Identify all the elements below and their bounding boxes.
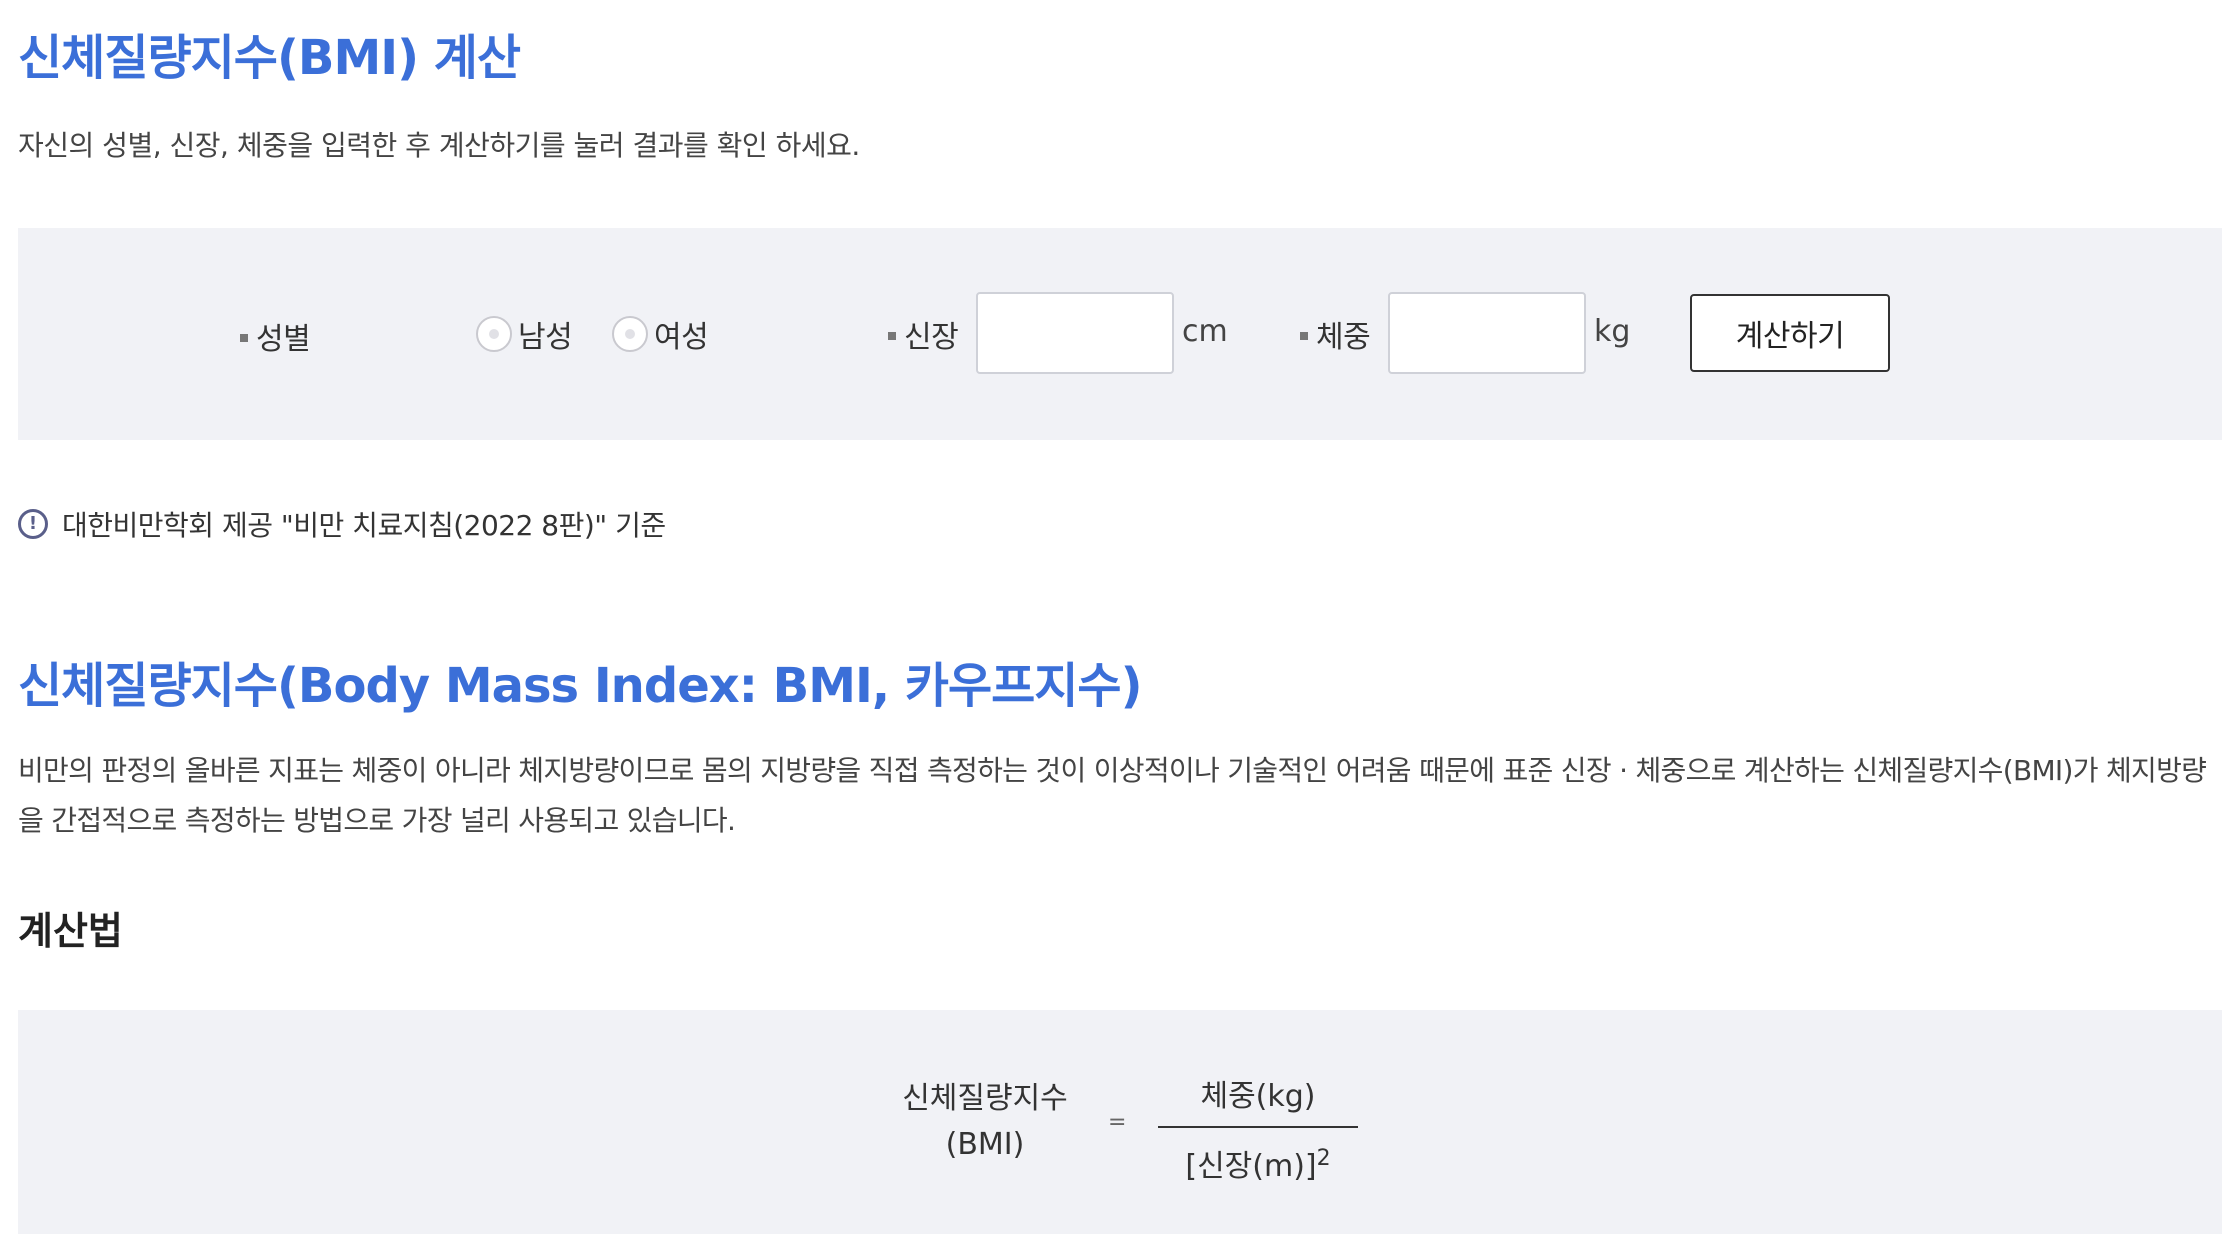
gender-option-female[interactable]: 여성 bbox=[612, 312, 709, 356]
formula-panel: 신체질량지수 (BMI) = 체중(kg) [신장(m)]2 bbox=[18, 1010, 2222, 1234]
exclamation-circle-icon: ! bbox=[18, 509, 48, 539]
bmi-page: 신체질량지수(BMI) 계산 자신의 성별, 신장, 체중을 입력한 후 계산하… bbox=[0, 0, 2234, 1250]
fraction-line bbox=[1158, 1126, 1358, 1128]
radio-male[interactable] bbox=[476, 316, 512, 352]
bullet-icon bbox=[240, 333, 248, 342]
page-description: 자신의 성별, 신장, 체중을 입력한 후 계산하기를 눌러 결과를 확인 하세… bbox=[18, 129, 860, 162]
page-title: 신체질량지수(BMI) 계산 bbox=[18, 30, 521, 86]
gender-option-male[interactable]: 남성 bbox=[476, 312, 573, 356]
height-unit: cm bbox=[1182, 314, 1228, 349]
weight-input[interactable] bbox=[1388, 292, 1586, 374]
radio-female-label: 여성 bbox=[654, 320, 709, 355]
formula-numerator: 체중(kg) bbox=[1200, 1079, 1316, 1114]
radio-female[interactable] bbox=[612, 316, 648, 352]
formula-denominator: [신장(m)]2 bbox=[1185, 1146, 1331, 1184]
formula-left-line2: (BMI) bbox=[945, 1127, 1025, 1162]
notice-text: 대한비만학회 제공 "비만 치료지침(2022 8판)" 기준 bbox=[62, 509, 666, 542]
calculate-button[interactable]: 계산하기 bbox=[1690, 294, 1890, 372]
weight-label: 체중 bbox=[1300, 312, 1371, 356]
gender-label: 성별 bbox=[240, 314, 311, 358]
radio-male-label: 남성 bbox=[518, 320, 573, 355]
bullet-icon bbox=[888, 331, 896, 340]
formula-exponent: 2 bbox=[1316, 1146, 1331, 1171]
method-title: 계산법 bbox=[18, 909, 123, 953]
section-title: 신체질량지수(Body Mass Index: BMI, 카우프지수) bbox=[18, 658, 1143, 714]
weight-unit: kg bbox=[1594, 314, 1631, 349]
height-input[interactable] bbox=[976, 292, 1174, 374]
formula-left: 신체질량지수 (BMI) bbox=[870, 1076, 1100, 1168]
formula-fraction: 체중(kg) [신장(m)]2 bbox=[1158, 1072, 1358, 1184]
height-label: 신장 bbox=[888, 312, 959, 356]
notice: ! 대한비만학회 제공 "비만 치료지침(2022 8판)" 기준 bbox=[18, 504, 666, 544]
bullet-icon bbox=[1300, 331, 1308, 340]
calculator-panel: 성별 남성 여성 신장 cm 체중 kg 계산하기 bbox=[18, 228, 2222, 440]
formula-left-line1: 신체질량지수 bbox=[902, 1081, 1068, 1116]
formula-equals: = bbox=[1108, 1110, 1127, 1135]
section-paragraph: 비만의 판정의 올바른 지표는 체중이 아니라 체지방량이므로 몸의 지방량을 … bbox=[18, 754, 2207, 837]
